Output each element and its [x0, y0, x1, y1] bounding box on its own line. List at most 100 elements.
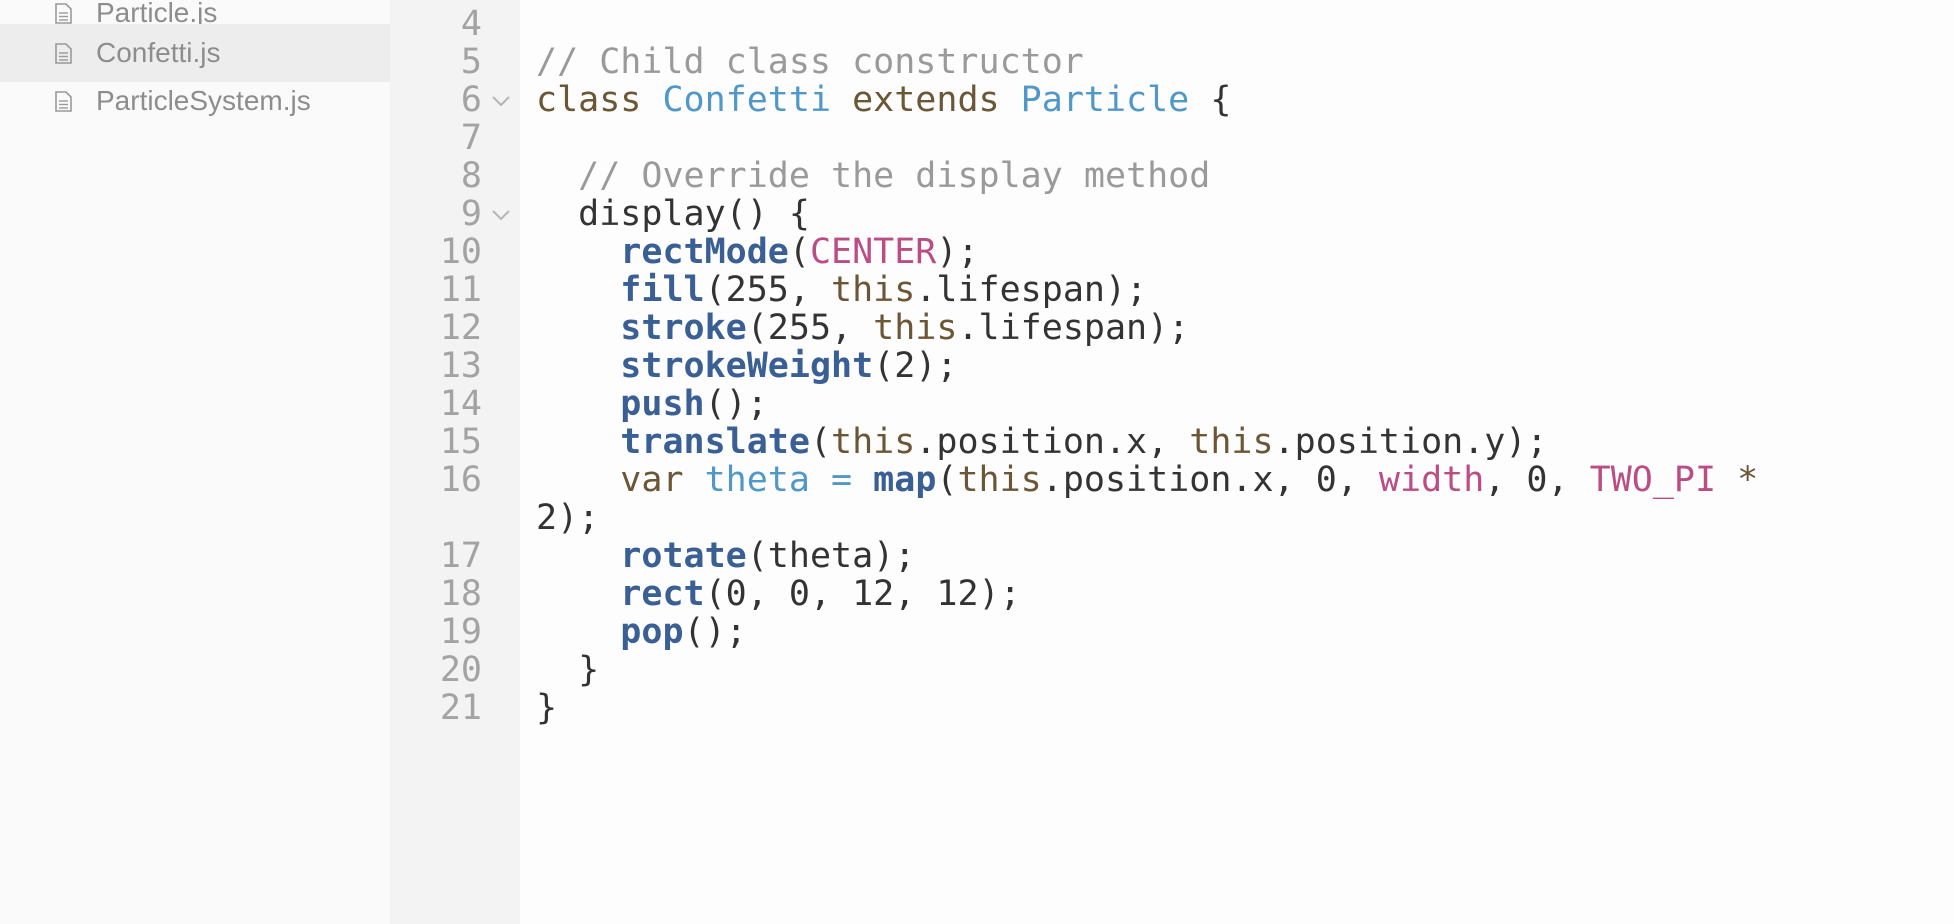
code-token: fill [620, 270, 705, 310]
code-token: CENTER [809, 232, 937, 272]
line-number: 5 [460, 42, 482, 82]
code-token: = [809, 460, 874, 500]
code-token: this [831, 270, 916, 310]
file-sidebar: Particle.js Confetti.js ParticleSystem.js [0, 0, 390, 924]
line-number: 16 [439, 460, 482, 500]
code-token: stroke [620, 308, 747, 348]
file-name: Confetti.js [96, 37, 221, 68]
code-token: .position.x, [915, 422, 1190, 462]
code-line: strokeWeight(2); [536, 346, 957, 386]
code-token: map [873, 460, 937, 500]
code-line: push(); [536, 384, 768, 424]
code-token: ( [809, 422, 832, 462]
code-token: * [1716, 460, 1759, 500]
file-icon [55, 90, 72, 112]
code-line: 2); [536, 498, 599, 538]
code-line: stroke(255, this.lifespan); [536, 308, 1189, 348]
code-token: (0, 0, 12, 12); [704, 574, 1021, 614]
code-token: , 0, [1484, 460, 1590, 500]
line-number: 12 [439, 308, 482, 348]
line-number: 6 [460, 80, 482, 120]
line-number: 9 [460, 194, 482, 234]
code-token: } [536, 650, 600, 690]
code-line: // Child class constructor [536, 42, 1084, 82]
code-token: (2); [873, 346, 958, 386]
code-line: var theta = map(this.position.x, 0, widt… [536, 460, 1758, 500]
code-token: .position.x, 0, [1041, 460, 1379, 500]
code-token: display() { [536, 194, 810, 234]
line-number: 19 [439, 612, 482, 652]
code-token: ( [788, 232, 810, 272]
file-icon [55, 42, 72, 64]
code-token: .position.y); [1273, 422, 1548, 462]
code-token: ); [936, 232, 979, 272]
line-number: 10 [439, 232, 482, 272]
line-number: 14 [439, 384, 482, 424]
line-number: 21 [439, 688, 482, 728]
code-token: push [620, 384, 705, 424]
line-number: 15 [439, 422, 482, 462]
line-number: 13 [439, 346, 482, 386]
file-icon [55, 2, 72, 24]
code-line: rotate(theta); [536, 536, 915, 576]
code-token: (theta); [746, 536, 916, 576]
code-token: (); [704, 384, 768, 424]
code-line: class Confetti extends Particle { [536, 80, 1231, 120]
fold-chevron-icon[interactable] [490, 208, 512, 222]
code-token: // Child class constructor [536, 42, 1084, 82]
code-line: translate(this.position.x, this.position… [536, 422, 1548, 462]
fold-chevron-icon[interactable] [490, 94, 512, 108]
code-line: // Override the display method [536, 156, 1210, 196]
code-token: TWO_PI [1589, 460, 1717, 500]
code-line: } [536, 688, 557, 728]
code-token: pop [620, 612, 684, 652]
code-token: this [831, 422, 916, 462]
code-token: rectMode [620, 232, 789, 272]
code-token: // Override the display method [578, 156, 1211, 196]
code-token: translate [620, 422, 810, 462]
file-name: ParticleSystem.js [96, 85, 311, 116]
line-number: 11 [439, 270, 482, 310]
code-token: 2); [536, 498, 600, 538]
code-token: extends [831, 80, 1021, 120]
code-token: this [1189, 422, 1274, 462]
code-token: (255, [746, 308, 874, 348]
code-token: (); [683, 612, 747, 652]
code-token: rect [620, 574, 705, 614]
code-token: strokeWeight [620, 346, 874, 386]
code-line: rect(0, 0, 12, 12); [536, 574, 1021, 614]
code-token: this [957, 460, 1042, 500]
line-number: 4 [460, 4, 482, 44]
code-token: } [536, 688, 558, 728]
code-token: .lifespan); [915, 270, 1148, 310]
code-token: class [536, 80, 663, 120]
code-line: display() { [536, 194, 810, 234]
file-item[interactable]: ParticleSystem.js [0, 72, 390, 130]
line-number: 8 [460, 156, 482, 196]
line-number-gutter: 4 5 6 7 8 9 10 11 12 13 14 15 16 17 18 19 20 21 [390, 0, 520, 924]
code-token: Confetti [662, 80, 832, 120]
code-token: rotate [620, 536, 747, 576]
code-token: .lifespan); [957, 308, 1190, 348]
code-token: width [1378, 460, 1485, 500]
line-number: 17 [439, 536, 482, 576]
code-token: Particle [1020, 80, 1190, 120]
code-line: } [536, 650, 599, 690]
line-number: 20 [439, 650, 482, 690]
code-line: rectMode(CENTER); [536, 232, 979, 272]
code-editor[interactable]: // Child class constructor class Confetti… [520, 0, 1954, 924]
code-token: { [1189, 80, 1232, 120]
line-number: 18 [439, 574, 482, 614]
code-line: fill(255, this.lifespan); [536, 270, 1147, 310]
